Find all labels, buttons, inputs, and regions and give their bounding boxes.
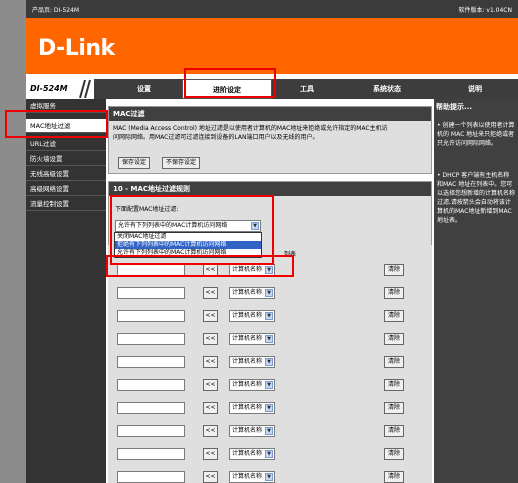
section-title: MAC过滤 — [109, 107, 431, 121]
computer-name-select[interactable]: 计算机名称 ▼ — [229, 333, 275, 345]
left-margin — [0, 0, 26, 483]
chevron-down-icon: ▼ — [265, 335, 273, 343]
add-arrow-button[interactable]: << — [203, 310, 218, 322]
dlink-logo: D-Link — [38, 36, 115, 61]
add-arrow-button[interactable]: << — [203, 471, 218, 483]
chevron-down-icon: ▼ — [265, 381, 273, 389]
highlight-mac-filter — [5, 110, 108, 138]
add-arrow-button[interactable]: << — [203, 448, 218, 460]
sidebar-item-url-filter[interactable]: URL过滤 — [26, 137, 106, 151]
clear-button[interactable]: 清除 — [384, 333, 404, 345]
add-arrow-button[interactable]: << — [203, 379, 218, 391]
clear-button[interactable]: 清除 — [384, 287, 404, 299]
rules-title: 10 - MAC地址过滤规则 — [109, 182, 431, 196]
mac-address-input[interactable] — [117, 379, 185, 391]
clear-button[interactable]: 清除 — [384, 264, 404, 276]
clear-button[interactable]: 清除 — [384, 310, 404, 322]
tab-help[interactable]: 说明 — [432, 79, 518, 99]
add-arrow-button[interactable]: << — [203, 356, 218, 368]
help-panel: 帮助提示... • 创建一个列表以使用者计算机的 MAC 地址来只拒绝或者只允许… — [434, 99, 518, 483]
mac-address-input[interactable] — [117, 471, 185, 483]
save-button[interactable]: 保存设定 — [118, 157, 151, 169]
mac-address-input[interactable] — [117, 448, 185, 460]
computer-name-select[interactable]: 计算机名称 ▼ — [229, 310, 275, 322]
chevron-down-icon: ▼ — [265, 450, 273, 458]
mac-address-input[interactable] — [117, 425, 185, 437]
computer-name-select[interactable]: 计算机名称 ▼ — [229, 356, 275, 368]
clear-button[interactable]: 清除 — [384, 402, 404, 414]
chevron-down-icon: ▼ — [265, 404, 273, 412]
clear-button[interactable]: 清除 — [384, 471, 404, 483]
product-label: 产品页: DI-524M — [32, 7, 80, 14]
sidebar-item-traffic-control[interactable]: 流量控制设置 — [26, 197, 106, 211]
chevron-down-icon: ▼ — [265, 312, 273, 320]
add-arrow-button[interactable]: << — [203, 287, 218, 299]
chevron-down-icon: ▼ — [265, 289, 273, 297]
top-info-bar: 产品页: DI-524M 软件版本: v1.04CN — [26, 0, 518, 18]
sidebar-item-wireless-advanced[interactable]: 无线高级设置 — [26, 167, 106, 181]
chevron-down-icon: ▼ — [265, 358, 273, 366]
mac-address-input[interactable] — [117, 333, 185, 345]
computer-name-select[interactable]: 计算机名称 ▼ — [229, 471, 275, 483]
tab-status[interactable]: 系统状态 — [342, 79, 432, 99]
clear-button[interactable]: 清除 — [384, 356, 404, 368]
add-arrow-button[interactable]: << — [203, 333, 218, 345]
highlight-rule-row — [106, 255, 294, 277]
mac-address-input[interactable] — [117, 356, 185, 368]
tab-setup[interactable]: 设置 — [106, 79, 182, 99]
computer-name-select[interactable]: 计算机名称 ▼ — [229, 379, 275, 391]
help-paragraph-1: • 创建一个列表以使用者计算机的 MAC 地址来只拒绝或者只允许访问网际网络。 — [437, 122, 515, 147]
section-description: MAC (Media Access Control) 地址过滤是以使用者计算机的… — [113, 125, 388, 141]
computer-name-select[interactable]: 计算机名称 ▼ — [229, 287, 275, 299]
mac-address-input[interactable] — [117, 310, 185, 322]
clear-button[interactable]: 清除 — [384, 425, 404, 437]
computer-name-select[interactable]: 计算机名称 ▼ — [229, 402, 275, 414]
tab-tools[interactable]: 工具 — [272, 79, 342, 99]
help-title: 帮助提示... — [436, 103, 472, 111]
computer-name-select[interactable]: 计算机名称 ▼ — [229, 425, 275, 437]
firmware-label: 软件版本: v1.04CN — [458, 7, 512, 14]
highlight-advanced-tab — [184, 68, 276, 98]
computer-name-select[interactable]: 计算机名称 ▼ — [229, 448, 275, 460]
cancel-button[interactable]: 不保存设定 — [162, 157, 201, 169]
mac-address-input[interactable] — [117, 402, 185, 414]
add-arrow-button[interactable]: << — [203, 425, 218, 437]
chevron-down-icon: ▼ — [265, 427, 273, 435]
clear-button[interactable]: 清除 — [384, 448, 404, 460]
clear-button[interactable]: 清除 — [384, 379, 404, 391]
sidebar-item-firewall[interactable]: 防火墙设置 — [26, 152, 106, 166]
sidebar-item-network-advanced[interactable]: 高级网络设置 — [26, 182, 106, 196]
model-name: DI-524M — [30, 84, 68, 93]
chevron-down-icon: ▼ — [265, 473, 273, 481]
sidebar: 虚拟服务 MAC地址过滤 URL过滤 防火墙设置 无线高级设置 高级网络设置 流… — [26, 99, 106, 483]
help-paragraph-2: • DHCP 客户端有主机名称和MAC 地址在列表中。您可以选择您想新增的计算机… — [437, 172, 516, 224]
mac-address-input[interactable] — [117, 287, 185, 299]
model-badge: DI-524M — [26, 79, 94, 99]
slash-decoration-icon — [79, 80, 91, 98]
add-arrow-button[interactable]: << — [203, 402, 218, 414]
mac-filter-section: MAC过滤 MAC (Media Access Control) 地址过滤是以使… — [108, 106, 432, 174]
